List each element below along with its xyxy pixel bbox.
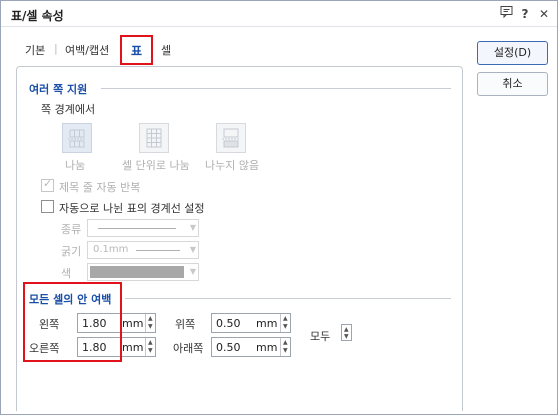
chevron-down-icon: ▼	[189, 245, 196, 254]
split-by-cell-icon	[146, 128, 162, 148]
split-by-cell-option-label: 셀 단위로 나눔	[122, 159, 190, 172]
section-divider	[101, 88, 451, 89]
top-margin-stepper[interactable]: ▲ ▼	[280, 314, 290, 332]
split-by-cell-option-button[interactable]	[139, 123, 169, 153]
multi-page-section-title: 여러 쪽 지원	[29, 83, 88, 96]
top-margin-unit: mm	[256, 317, 278, 330]
bottom-margin-stepper[interactable]: ▲ ▼	[280, 338, 290, 356]
line-style-preview	[98, 228, 176, 229]
auto-border-checkbox[interactable]	[41, 200, 54, 213]
bottom-margin-value: 0.50	[216, 341, 241, 354]
dialog-title: 표/셀 속성	[11, 9, 64, 23]
line-width-preview	[136, 250, 180, 251]
tab-basic[interactable]: 기본	[25, 42, 45, 58]
bottom-margin-input[interactable]: 0.50 mm ▲ ▼	[211, 337, 291, 357]
border-width-label: 굵기	[61, 245, 82, 258]
table-cell-properties-dialog: 표/셀 속성 ? ✕ 기본 | 여백/캡션 표 셀 여러 쪽 지원 쪽 경계에서…	[0, 0, 558, 415]
tab-separator: |	[54, 42, 58, 55]
top-margin-value: 0.50	[216, 317, 241, 330]
auto-border-label: 자동으로 나뉜 표의 경계선 설정	[59, 202, 205, 215]
border-width-select[interactable]: 0.1mm ▼	[87, 241, 199, 259]
border-type-select[interactable]: ▼	[87, 219, 199, 237]
help-icon[interactable]: ?	[516, 5, 534, 23]
title-bar: 표/셀 속성 ? ✕	[1, 1, 557, 27]
border-color-label: 색	[61, 267, 72, 280]
split-option-label: 나눔	[65, 159, 86, 172]
split-table-icon	[68, 129, 86, 148]
tab-cell[interactable]: 셀	[161, 42, 171, 58]
tab-margin-caption[interactable]: 여백/캡션	[65, 42, 109, 58]
left-margin-unit: mm	[122, 317, 144, 330]
right-margin-stepper[interactable]: ▲ ▼	[145, 338, 155, 356]
page-boundary-label: 쪽 경계에서	[41, 103, 96, 116]
top-margin-label: 위쪽	[175, 318, 196, 331]
highlight-box	[23, 282, 122, 362]
section-divider	[125, 298, 451, 299]
all-margins-stepper[interactable]: ▲ ▼	[341, 324, 352, 341]
border-color-select[interactable]: ▼	[87, 263, 199, 281]
chevron-down-icon: ▼	[189, 223, 196, 232]
all-margins-label: 모두	[310, 330, 331, 343]
split-option-button[interactable]	[62, 123, 92, 153]
no-split-icon	[222, 128, 240, 148]
chevron-down-icon: ▼	[189, 267, 196, 276]
comment-icon[interactable]	[497, 5, 515, 23]
repeat-title-row-label: 제목 줄 자동 반복	[59, 181, 141, 194]
close-icon[interactable]: ✕	[535, 5, 553, 23]
tab-table[interactable]: 표	[120, 35, 153, 65]
ok-button[interactable]: 설정(D)	[477, 41, 548, 65]
tab-table-label: 표	[131, 44, 143, 58]
border-type-label: 종류	[61, 223, 82, 236]
no-split-option-label: 나누지 않음	[205, 159, 260, 172]
top-margin-input[interactable]: 0.50 mm ▲ ▼	[211, 313, 291, 333]
repeat-title-row-checkbox[interactable]: ✓	[41, 177, 54, 192]
left-margin-stepper[interactable]: ▲ ▼	[145, 314, 155, 332]
checkmark-icon: ✓	[43, 177, 53, 190]
bottom-margin-unit: mm	[256, 341, 278, 354]
right-margin-unit: mm	[122, 341, 144, 354]
no-split-option-button[interactable]	[216, 123, 246, 153]
cancel-button[interactable]: 취소	[477, 72, 548, 96]
bottom-margin-label: 아래쪽	[173, 342, 204, 355]
color-swatch	[90, 266, 184, 278]
border-width-value: 0.1mm	[93, 244, 129, 255]
